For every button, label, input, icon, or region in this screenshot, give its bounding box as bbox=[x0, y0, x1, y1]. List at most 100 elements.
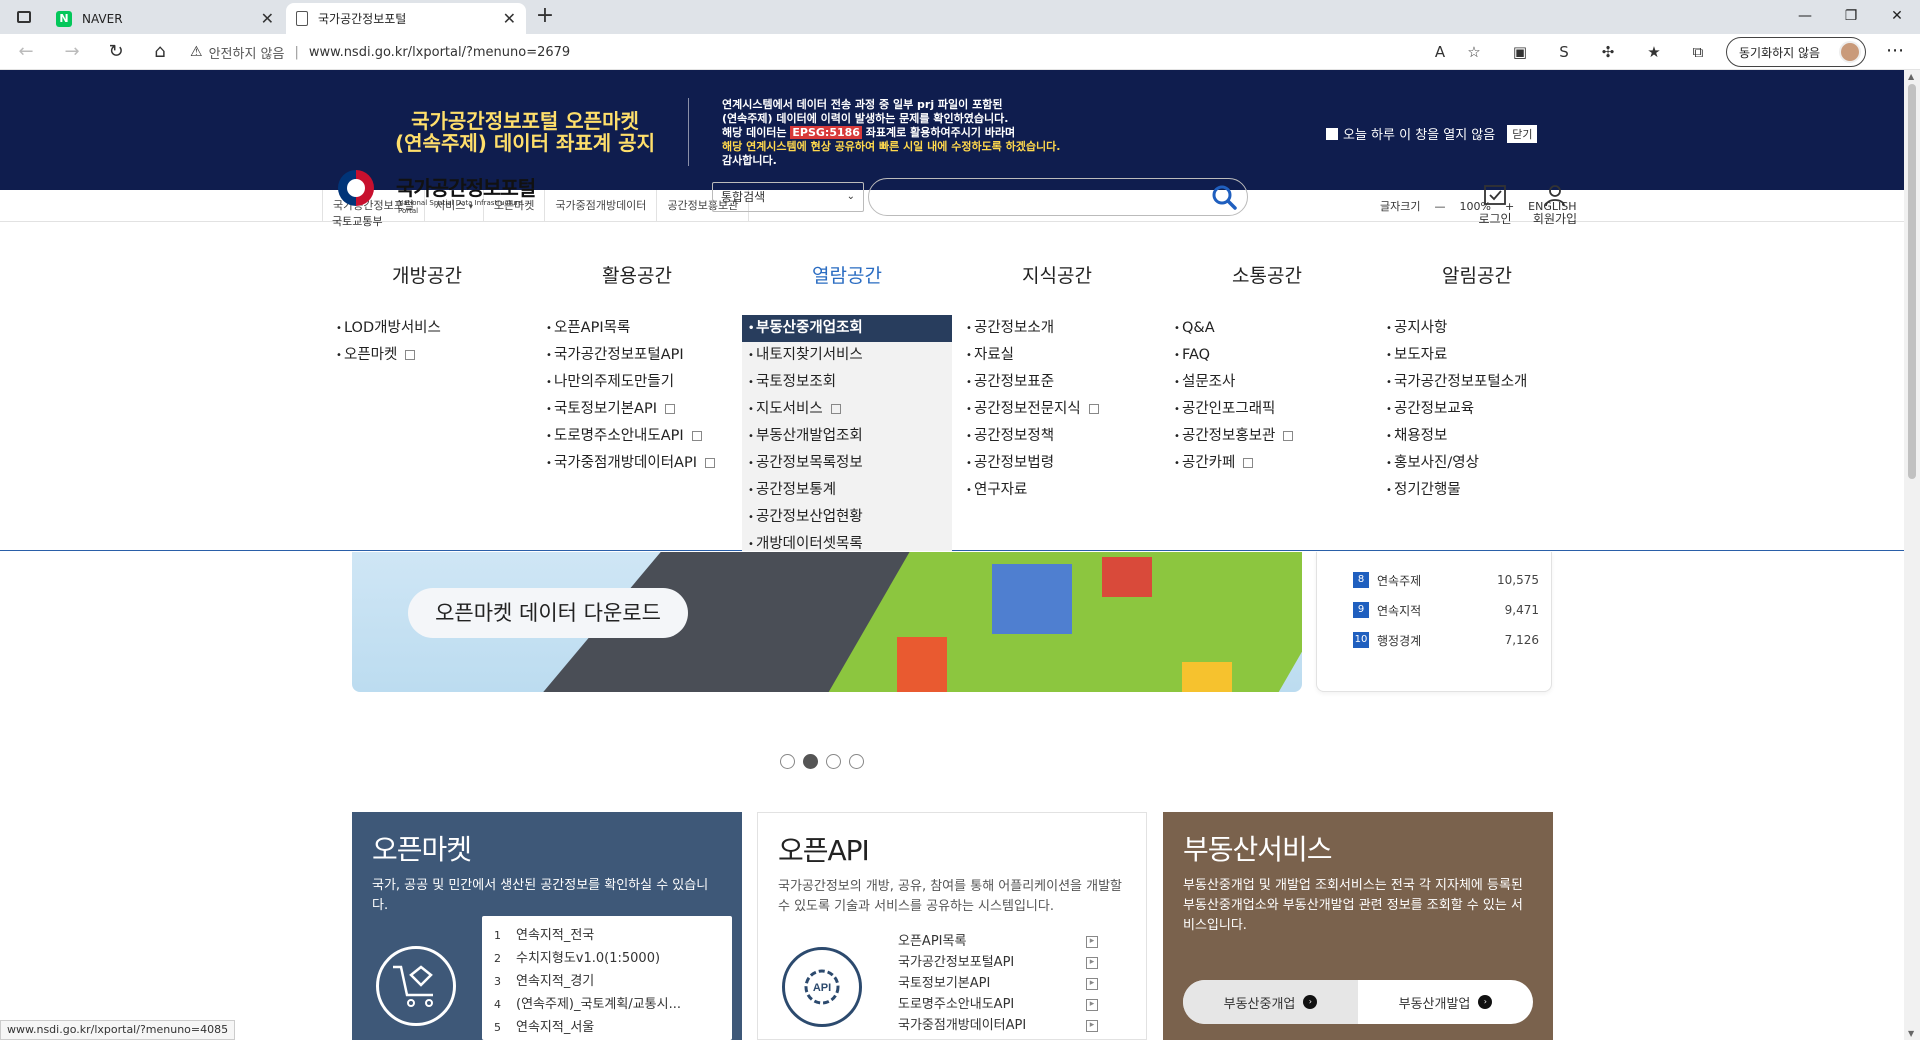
developer-lookup-button[interactable]: 부동산개발업 › bbox=[1358, 980, 1533, 1024]
carousel-dot[interactable] bbox=[826, 754, 841, 769]
carousel-dot-active[interactable] bbox=[803, 754, 818, 769]
card-title[interactable]: 오픈API bbox=[778, 829, 870, 869]
search-input[interactable] bbox=[868, 178, 1248, 216]
gnb-knowledge-space[interactable]: 지식공간 bbox=[952, 254, 1162, 298]
openapi-link[interactable]: 국가공간정보포털API bbox=[898, 952, 1098, 973]
menu-item[interactable]: FAQ bbox=[1168, 342, 1378, 369]
menu-item[interactable]: 보도자료 bbox=[1380, 342, 1590, 369]
menu-item[interactable]: 나만의주제도만들기 bbox=[540, 369, 750, 396]
broker-lookup-button[interactable]: 부동산중개업 › bbox=[1183, 980, 1358, 1024]
list-item[interactable]: 2 수치지형도v1.0(1:5000) bbox=[494, 947, 720, 970]
menu-item[interactable]: 도로명주소안내도API bbox=[540, 423, 750, 450]
close-window-button[interactable]: ✕ bbox=[1874, 0, 1920, 34]
back-button[interactable]: ← bbox=[12, 38, 40, 66]
refresh-button[interactable]: ↻ bbox=[102, 38, 130, 66]
gnb-communication-space[interactable]: 소통공간 bbox=[1162, 254, 1372, 298]
close-tab-icon[interactable]: ✕ bbox=[261, 9, 274, 28]
login-button[interactable]: 로그인 bbox=[1470, 180, 1520, 227]
menu-item[interactable]: 공간정보교육 bbox=[1380, 396, 1590, 423]
openapi-link[interactable]: 국토정보기본API bbox=[898, 973, 1098, 994]
menu-item[interactable]: 공간정보표준 bbox=[960, 369, 1170, 396]
menu-item[interactable]: 공간정보목록정보 bbox=[742, 450, 952, 477]
menu-item[interactable]: Q&A bbox=[1168, 315, 1378, 342]
menu-item[interactable]: 개방데이터셋목록 bbox=[742, 531, 952, 558]
scroll-down-icon[interactable]: ▼ bbox=[1908, 1029, 1914, 1038]
more-icon[interactable]: ⋯ bbox=[1880, 40, 1910, 61]
card-title[interactable]: 부동산서비스 bbox=[1183, 828, 1333, 868]
menu-item[interactable]: 정기간행물 bbox=[1380, 477, 1590, 504]
close-tab-icon[interactable]: ✕ bbox=[503, 9, 516, 28]
carousel-dot[interactable] bbox=[780, 754, 795, 769]
menu-item[interactable]: 공간정보전문지식 bbox=[960, 396, 1170, 423]
tab-naver[interactable]: N NAVER ✕ bbox=[46, 3, 284, 34]
add-favorite-icon[interactable]: ☆ bbox=[1462, 40, 1486, 64]
menu-item[interactable]: 공간정보법령 bbox=[960, 450, 1170, 477]
util-link-opendata[interactable]: 국가중점개방데이터 bbox=[545, 190, 658, 222]
ranking-row[interactable]: 10 행정경계 7,126 bbox=[1353, 630, 1539, 650]
puzzle-icon[interactable]: ✣ bbox=[1596, 40, 1620, 64]
menu-item[interactable]: 공간정보정책 bbox=[960, 423, 1170, 450]
signup-button[interactable]: 회원가입 bbox=[1530, 180, 1580, 227]
search-icon[interactable] bbox=[1211, 184, 1237, 210]
menu-item[interactable]: 국토정보기본API bbox=[540, 396, 750, 423]
menu-item[interactable]: LOD개방서비스 bbox=[330, 315, 540, 342]
menu-item[interactable]: 공간정보소개 bbox=[960, 315, 1170, 342]
openapi-link[interactable]: 도로명주소안내도API bbox=[898, 994, 1098, 1015]
new-tab-button[interactable]: + bbox=[532, 4, 558, 30]
menu-item[interactable]: 자료실 bbox=[960, 342, 1170, 369]
read-aloud-icon[interactable]: A bbox=[1428, 40, 1452, 64]
menu-item[interactable]: 채용정보 bbox=[1380, 423, 1590, 450]
scroll-thumb[interactable] bbox=[1908, 84, 1916, 479]
tab-actions-icon[interactable] bbox=[10, 6, 38, 28]
menu-item[interactable]: 오픈마켓 bbox=[330, 342, 540, 369]
menu-item[interactable]: 지도서비스 bbox=[742, 396, 952, 423]
forward-button[interactable]: → bbox=[58, 38, 86, 66]
minimize-button[interactable]: — bbox=[1782, 0, 1828, 34]
extension-icon[interactable]: ▣ bbox=[1508, 40, 1532, 64]
openapi-link[interactable]: 오픈API목록 bbox=[898, 931, 1098, 952]
search-type-select[interactable]: 통합검색 ⌄ bbox=[712, 182, 864, 212]
menu-item[interactable]: 부동산개발업조회 bbox=[742, 423, 952, 450]
menu-item-selected[interactable]: 부동산중개업조회 bbox=[742, 315, 952, 342]
list-item[interactable]: 3 연속지적_경기 bbox=[494, 970, 720, 993]
menu-item[interactable]: 설문조사 bbox=[1168, 369, 1378, 396]
menu-item[interactable]: 공지사항 bbox=[1380, 315, 1590, 342]
tab-nsdi[interactable]: 국가공간정보포털 ✕ bbox=[286, 3, 526, 34]
s-extension-icon[interactable]: S bbox=[1552, 40, 1576, 64]
dont-show-checkbox[interactable] bbox=[1326, 127, 1338, 140]
menu-item[interactable]: 국가중점개방데이터API bbox=[540, 450, 750, 477]
card-title[interactable]: 오픈마켓 bbox=[372, 828, 472, 868]
profile-sync-button[interactable]: 동기화하지 않음 bbox=[1726, 37, 1866, 67]
menu-item[interactable]: 공간인포그래픽 bbox=[1168, 396, 1378, 423]
page-scrollbar[interactable]: ▲ ▼ bbox=[1904, 70, 1920, 1040]
menu-item[interactable]: 공간정보산업현황 bbox=[742, 504, 952, 531]
list-item[interactable]: 4 (연속주제)_국토계획/교통시... bbox=[494, 993, 720, 1016]
gnb-use-space[interactable]: 활용공간 bbox=[532, 254, 742, 298]
restore-button[interactable]: ❐ bbox=[1828, 0, 1874, 34]
gnb-open-space[interactable]: 개방공간 bbox=[322, 254, 532, 298]
menu-item[interactable]: 오픈API목록 bbox=[540, 315, 750, 342]
list-item[interactable]: 5 연속지적_서울 bbox=[494, 1016, 720, 1039]
list-item[interactable]: 1 연속지적_전국 bbox=[494, 924, 720, 947]
menu-item[interactable]: 국가공간정보포털API bbox=[540, 342, 750, 369]
menu-item[interactable]: 공간정보통계 bbox=[742, 477, 952, 504]
menu-item[interactable]: 연구자료 bbox=[960, 477, 1170, 504]
site-logo[interactable]: 국토교통부 국가공간정보포털 National Spatial Data Inf… bbox=[332, 168, 542, 228]
banner-download-label[interactable]: 오픈마켓 데이터 다운로드 bbox=[408, 588, 688, 638]
openapi-link[interactable]: 국가중점개방데이터API bbox=[898, 1015, 1098, 1036]
url-field[interactable]: ⚠ 안전하지 않음 | www.nsdi.go.kr/lxportal/?men… bbox=[190, 37, 570, 67]
scroll-up-icon[interactable]: ▲ bbox=[1908, 72, 1914, 81]
menu-item[interactable]: 국가공간정보포털소개 bbox=[1380, 369, 1590, 396]
openmarket-banner[interactable]: 오픈마켓 데이터 다운로드 bbox=[352, 552, 1302, 692]
menu-item[interactable]: 내토지찾기서비스 bbox=[742, 342, 952, 369]
gnb-notice-space[interactable]: 알림공간 bbox=[1372, 254, 1582, 298]
gnb-browse-space[interactable]: 열람공간 bbox=[742, 254, 952, 298]
font-decrease-button[interactable]: — bbox=[1434, 200, 1445, 213]
menu-item[interactable]: 공간카페 bbox=[1168, 450, 1378, 477]
ranking-row[interactable]: 9 연속지적 9,471 bbox=[1353, 600, 1539, 620]
collections-icon[interactable]: ⧉ bbox=[1686, 40, 1710, 64]
ranking-row[interactable]: 8 연속주제 10,575 bbox=[1353, 570, 1539, 590]
home-icon[interactable]: ⌂ bbox=[146, 38, 174, 66]
menu-item[interactable]: 홍보사진/영상 bbox=[1380, 450, 1590, 477]
favorites-icon[interactable]: ★ bbox=[1642, 40, 1666, 64]
